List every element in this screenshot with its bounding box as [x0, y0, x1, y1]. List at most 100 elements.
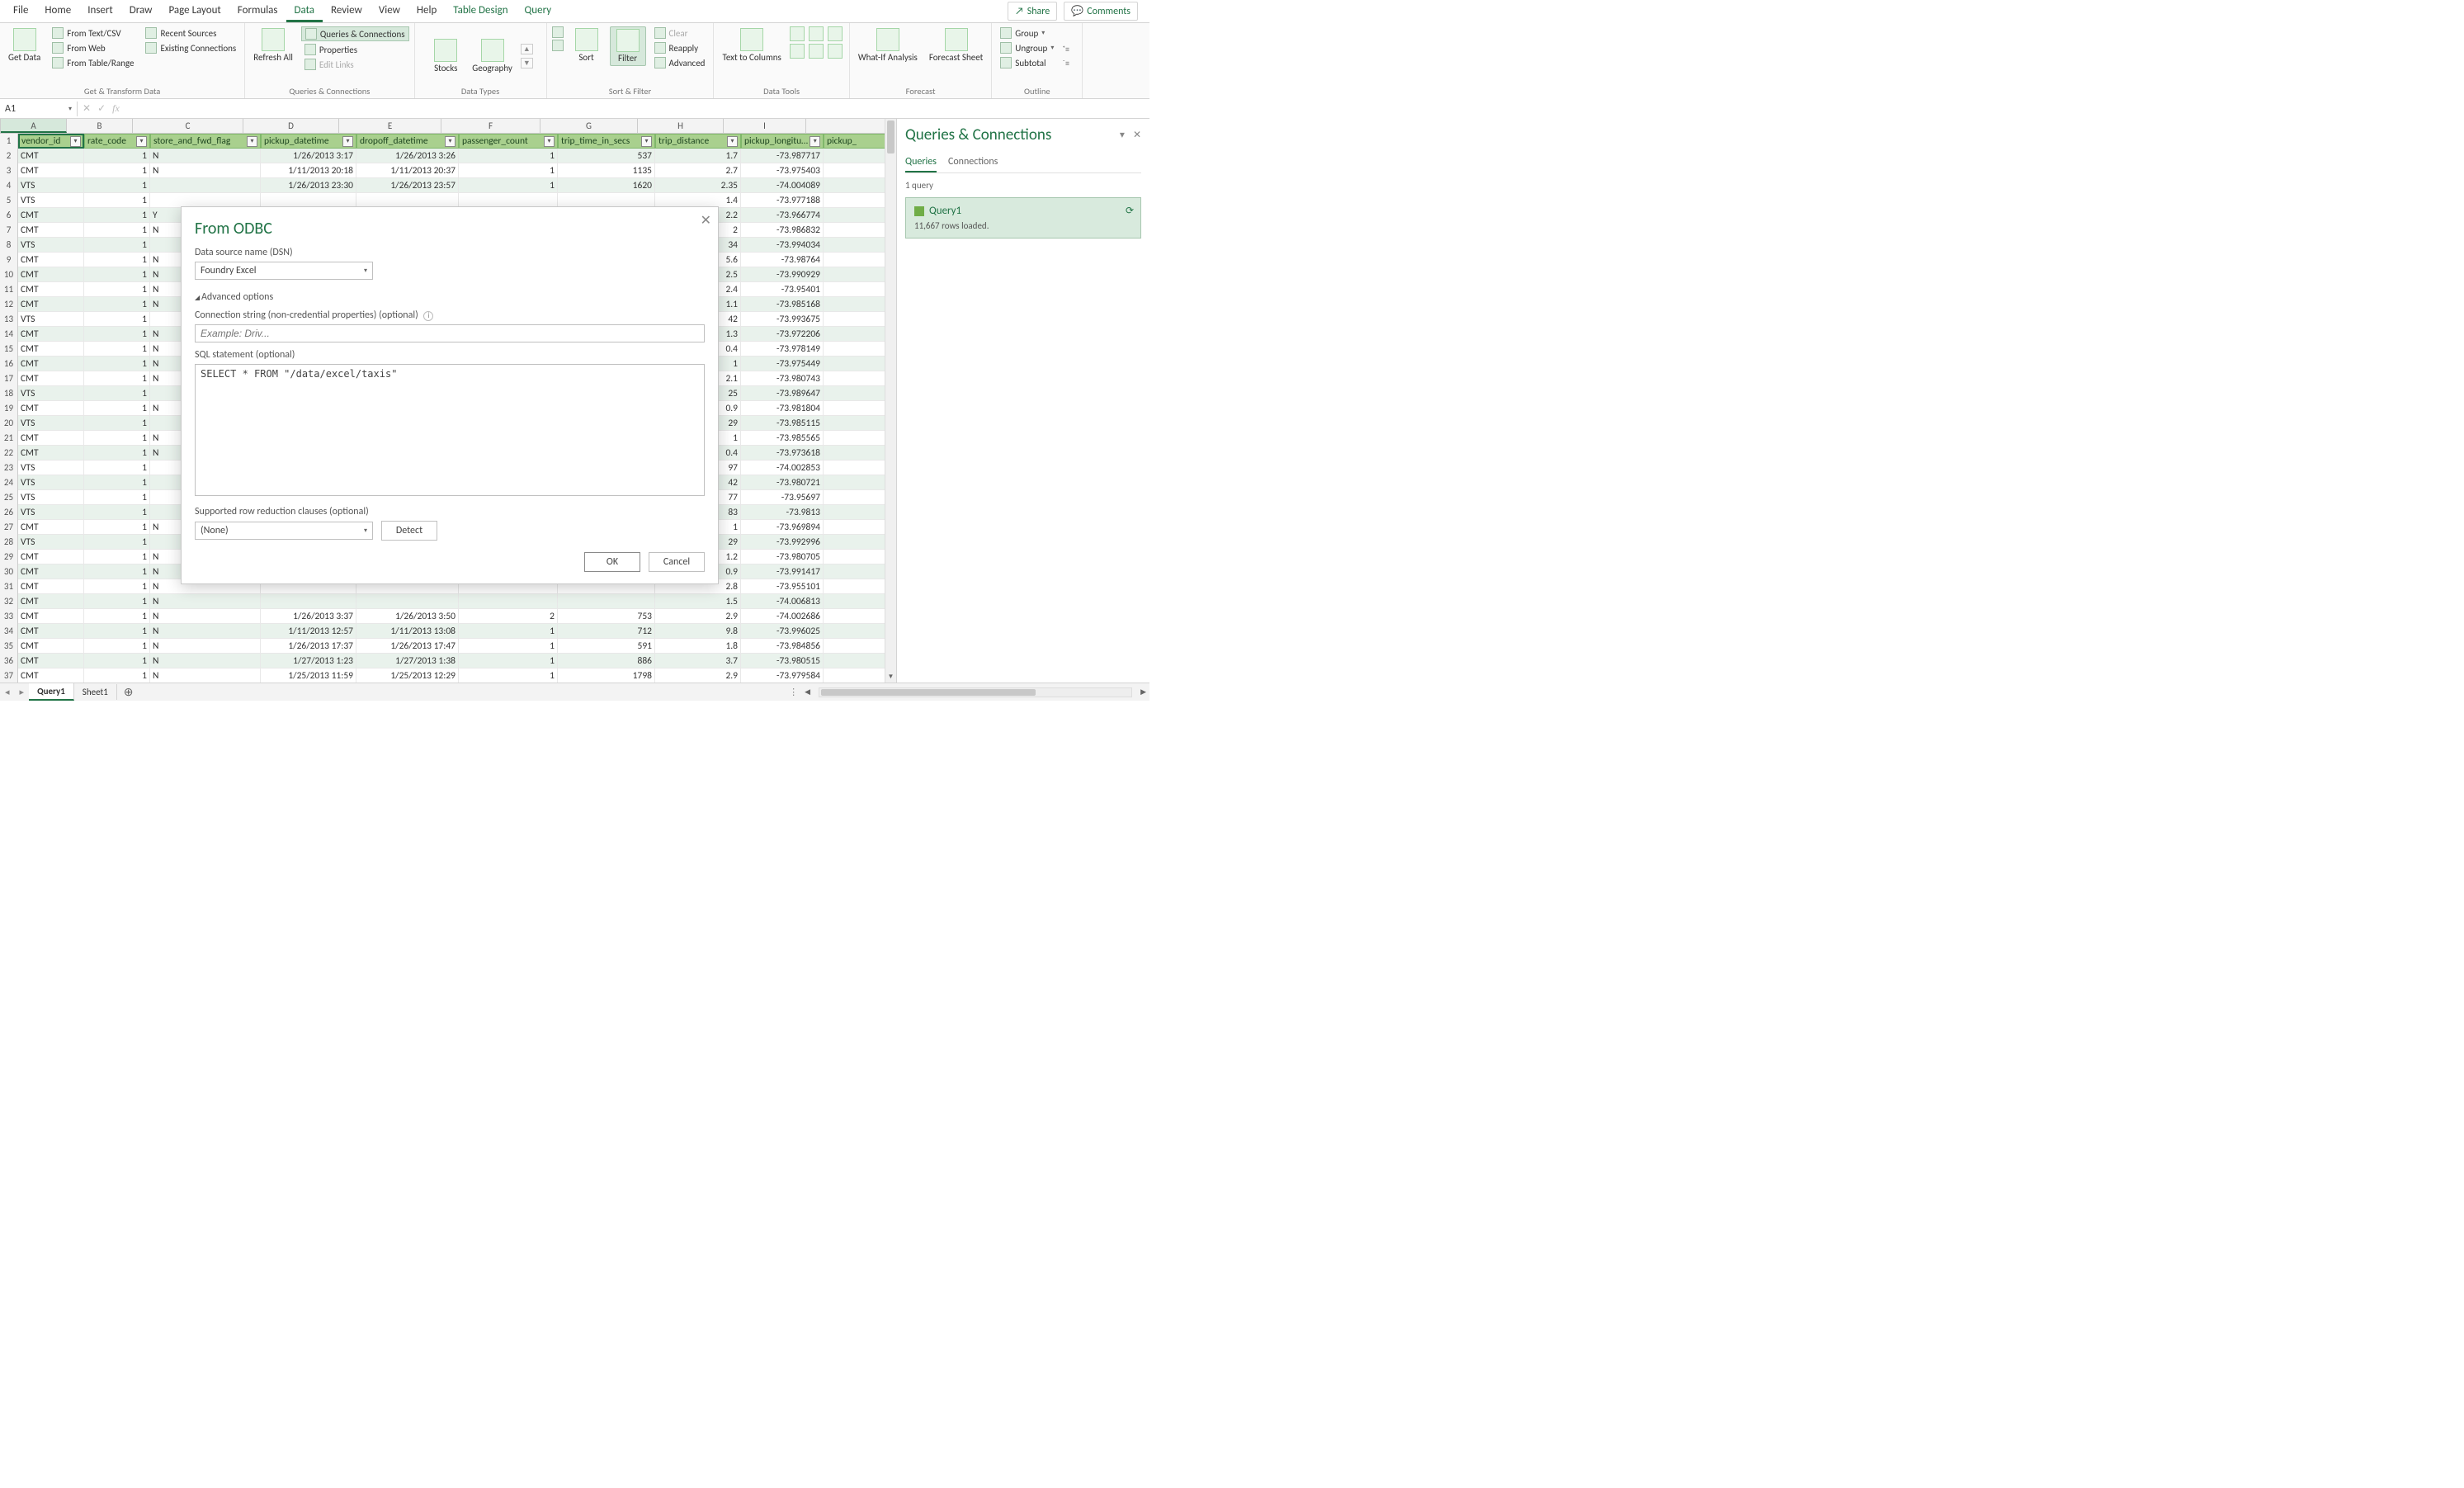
cell[interactable]: CMT [18, 297, 84, 312]
cell[interactable]: 2.9 [655, 668, 741, 683]
row-header[interactable]: 17 [0, 371, 18, 386]
cell[interactable]: VTS [18, 238, 84, 253]
add-sheet-button[interactable]: ⊕ [117, 685, 140, 699]
cell[interactable]: N [150, 594, 261, 609]
cell[interactable]: -73.969894 [741, 520, 824, 535]
filter-dropdown-icon[interactable]: ▾ [641, 136, 652, 147]
cell[interactable]: 1 [84, 550, 150, 564]
filter-button[interactable]: Filter [610, 26, 646, 66]
table-header-passenger-count[interactable]: passenger_count▾ [459, 134, 558, 149]
from-web-button[interactable]: From Web [49, 41, 137, 54]
sql-statement-input[interactable] [195, 364, 705, 496]
cell[interactable]: 1 [84, 416, 150, 431]
cell[interactable]: -73.972206 [741, 327, 824, 342]
cell[interactable]: -73.980743 [741, 371, 824, 386]
cell[interactable]: -73.984856 [741, 639, 824, 654]
comments-button[interactable]: 💬 Comments [1064, 2, 1138, 21]
cell[interactable]: CMT [18, 223, 84, 238]
cell[interactable]: CMT [18, 253, 84, 267]
filter-dropdown-icon[interactable]: ▾ [136, 136, 147, 147]
cell[interactable]: 1/11/2013 20:18 [261, 163, 356, 178]
cell[interactable]: 1135 [558, 163, 655, 178]
forecast-sheet-button[interactable]: Forecast Sheet [926, 26, 986, 64]
cell[interactable]: 1/27/2013 1:23 [261, 654, 356, 668]
row-header[interactable]: 15 [0, 342, 18, 357]
cell[interactable]: N [150, 639, 261, 654]
cell[interactable]: 1 [459, 163, 558, 178]
outline-collapse-icon[interactable]: ⁻≡ [1062, 58, 1069, 68]
geography-type-button[interactable]: Geography [469, 37, 516, 75]
qc-tab-connections[interactable]: Connections [948, 153, 998, 172]
cell[interactable]: 9.8 [655, 624, 741, 639]
cell[interactable]: -73.992996 [741, 535, 824, 550]
row-header[interactable]: 1 [0, 134, 18, 149]
cell[interactable]: CMT [18, 371, 84, 386]
dsn-select[interactable]: Foundry Excel ▾ [195, 262, 373, 280]
row-header[interactable]: 27 [0, 520, 18, 535]
cell[interactable]: 1/27/2013 1:38 [356, 654, 459, 668]
row-header[interactable]: 24 [0, 475, 18, 490]
cell[interactable]: 1 [84, 594, 150, 609]
tab-query[interactable]: Query [517, 1, 560, 22]
cell[interactable]: 2.7 [655, 163, 741, 178]
data-val-icon[interactable] [828, 26, 843, 41]
vertical-scrollbar[interactable]: ▲ ▼ [885, 119, 896, 683]
cell[interactable]: CMT [18, 654, 84, 668]
cell[interactable]: -73.955101 [741, 579, 824, 594]
formula-input[interactable] [125, 102, 1149, 116]
row-header[interactable]: 37 [0, 668, 18, 683]
cell[interactable]: 1 [84, 431, 150, 446]
cell[interactable]: 1 [459, 639, 558, 654]
col-header-E[interactable]: E [339, 119, 441, 133]
col-header-G[interactable]: G [540, 119, 638, 133]
cell[interactable]: VTS [18, 416, 84, 431]
row-header[interactable]: 14 [0, 327, 18, 342]
cell[interactable]: N [150, 163, 261, 178]
tab-page-layout[interactable]: Page Layout [160, 1, 229, 22]
cell[interactable]: CMT [18, 431, 84, 446]
name-box[interactable]: A1 ▾ [0, 102, 78, 116]
cell[interactable]: 1/26/2013 17:37 [261, 639, 356, 654]
help-icon[interactable]: i [423, 311, 433, 321]
row-header[interactable]: 25 [0, 490, 18, 505]
cell[interactable]: 1 [84, 490, 150, 505]
cell[interactable]: 1 [84, 223, 150, 238]
cell[interactable]: 1 [84, 624, 150, 639]
cell[interactable]: 1/11/2013 13:08 [356, 624, 459, 639]
cell[interactable]: CMT [18, 208, 84, 223]
group-rows-button[interactable]: Group ▾ [997, 26, 1057, 40]
cell[interactable]: -73.973618 [741, 446, 824, 461]
tab-home[interactable]: Home [36, 1, 79, 22]
hscroll-thumb[interactable] [821, 689, 1036, 696]
cell[interactable] [356, 594, 459, 609]
cell[interactable]: 1 [84, 654, 150, 668]
reapply-button[interactable]: Reapply [651, 41, 709, 54]
cancel-button[interactable]: Cancel [649, 552, 705, 572]
cell[interactable]: 1 [84, 253, 150, 267]
stocks-type-button[interactable]: Stocks [427, 37, 464, 75]
refresh-all-button[interactable]: Refresh All [250, 26, 296, 64]
cell[interactable]: 1/11/2013 20:37 [356, 163, 459, 178]
cell[interactable]: 2.9 [655, 609, 741, 624]
row-header[interactable]: 35 [0, 639, 18, 654]
cell[interactable]: -73.975403 [741, 163, 824, 178]
filter-dropdown-icon[interactable]: ▾ [727, 136, 738, 147]
cell[interactable]: 1 [84, 668, 150, 683]
cell[interactable]: -73.979584 [741, 668, 824, 683]
cell[interactable]: 1 [84, 178, 150, 193]
cell[interactable]: CMT [18, 163, 84, 178]
cell[interactable]: 1 [84, 401, 150, 416]
cell[interactable]: CMT [18, 564, 84, 579]
cell[interactable]: -73.980705 [741, 550, 824, 564]
cell[interactable]: CMT [18, 624, 84, 639]
ok-button[interactable]: OK [584, 552, 640, 572]
cell[interactable]: -74.002686 [741, 609, 824, 624]
scroll-down-icon[interactable]: ▼ [885, 673, 896, 681]
cell[interactable]: CMT [18, 579, 84, 594]
cell[interactable]: 1 [84, 163, 150, 178]
flashfill-icon[interactable] [790, 26, 805, 41]
cell[interactable]: VTS [18, 178, 84, 193]
cell[interactable]: 1 [84, 208, 150, 223]
cell[interactable]: -74.006813 [741, 594, 824, 609]
cell[interactable]: 1 [459, 654, 558, 668]
